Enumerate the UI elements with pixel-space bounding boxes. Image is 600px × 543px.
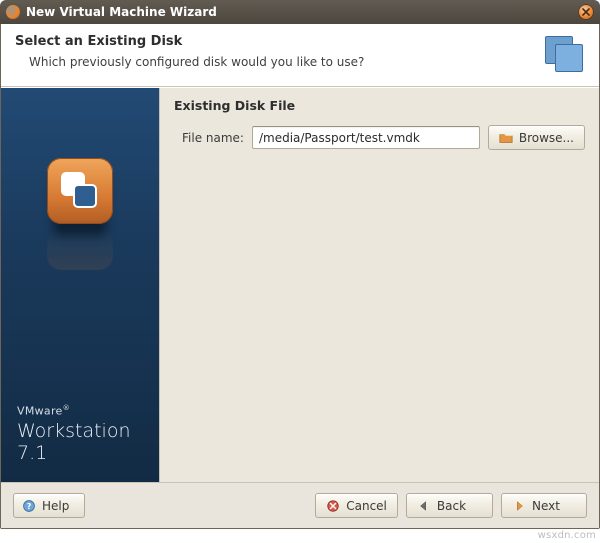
- wizard-body: VMware® Workstation 7.1 Existing Disk Fi…: [1, 87, 599, 482]
- help-button[interactable]: ? Help: [13, 493, 85, 518]
- cancel-icon: [326, 499, 340, 513]
- vmware-logo-icon: [47, 158, 113, 224]
- product-name: Workstation 7.1: [17, 420, 145, 464]
- disk-stack-icon: [543, 34, 585, 74]
- wizard-header: Select an Existing Disk Which previously…: [1, 24, 599, 87]
- next-arrow-icon: [512, 499, 526, 513]
- help-icon: ?: [22, 499, 36, 513]
- window-close-button[interactable]: [578, 4, 594, 20]
- browse-button[interactable]: Browse...: [488, 125, 585, 150]
- cancel-button[interactable]: Cancel: [315, 493, 398, 518]
- product-branding: VMware® Workstation 7.1: [1, 404, 159, 464]
- next-button-label: Next: [532, 499, 560, 513]
- watermark: wsxdn.com: [538, 530, 596, 541]
- file-name-input[interactable]: [252, 126, 480, 149]
- back-button-label: Back: [437, 499, 466, 513]
- window-frame: Select an Existing Disk Which previously…: [0, 24, 600, 529]
- window-title: New Virtual Machine Wizard: [26, 5, 578, 19]
- file-name-label: File name:: [182, 131, 244, 145]
- wizard-step-title: Select an Existing Disk: [15, 34, 533, 49]
- browse-button-label: Browse...: [519, 131, 574, 145]
- folder-icon: [499, 131, 513, 145]
- file-name-row: File name: Browse...: [182, 125, 585, 150]
- logo-area: [1, 158, 159, 224]
- close-icon: [582, 8, 590, 16]
- brand-name: VMware®: [17, 404, 145, 418]
- back-button[interactable]: Back: [406, 493, 493, 518]
- app-icon: [6, 5, 20, 19]
- next-button[interactable]: Next: [501, 493, 587, 518]
- wizard-footer: ? Help Cancel Back Next: [1, 482, 599, 528]
- wizard-content: Existing Disk File File name: Browse...: [159, 88, 599, 482]
- back-arrow-icon: [417, 499, 431, 513]
- section-title: Existing Disk File: [174, 98, 585, 113]
- titlebar: New Virtual Machine Wizard: [0, 0, 600, 24]
- wizard-step-subtitle: Which previously configured disk would y…: [29, 55, 533, 69]
- wizard-sidebar: VMware® Workstation 7.1: [1, 88, 159, 482]
- svg-text:?: ?: [27, 502, 32, 511]
- cancel-button-label: Cancel: [346, 499, 387, 513]
- help-button-label: Help: [42, 499, 69, 513]
